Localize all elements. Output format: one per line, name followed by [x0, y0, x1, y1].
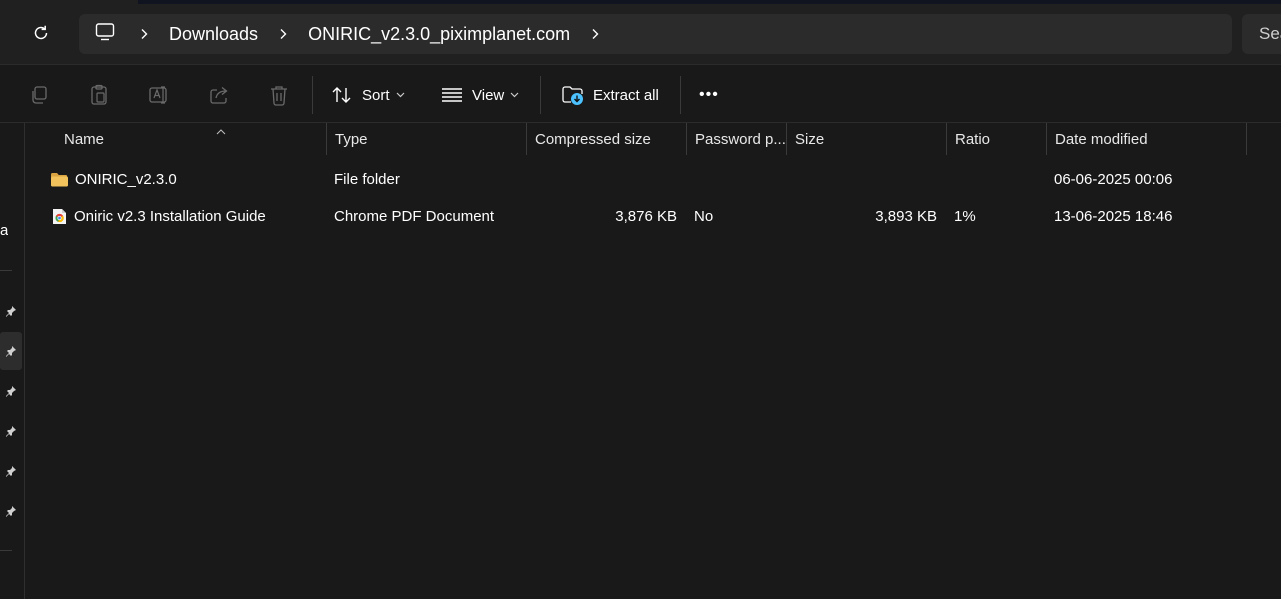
nav-item-label[interactable]: al	[0, 222, 8, 239]
column-header-name[interactable]: Name	[56, 123, 327, 155]
column-header-ratio[interactable]: Ratio	[947, 123, 1047, 155]
view-label: View	[472, 86, 505, 104]
breadcrumb-item-downloads[interactable]: Downloads	[157, 14, 270, 54]
sort-button[interactable]: Sort	[330, 79, 405, 111]
extract-all-label: Extract all	[593, 86, 659, 104]
column-header-type[interactable]: Type	[327, 123, 527, 155]
file-ratio: 1%	[954, 207, 976, 225]
paste-icon	[87, 83, 111, 107]
extract-folder-icon	[561, 83, 585, 107]
column-header-size[interactable]: Size	[787, 123, 947, 155]
refresh-button[interactable]	[28, 22, 54, 48]
file-name-cell[interactable]: Oniric v2.3 Installation Guide	[52, 198, 266, 234]
paste-button[interactable]	[87, 79, 111, 111]
this-pc-button[interactable]	[79, 14, 131, 54]
toolbar-divider	[540, 76, 541, 114]
toolbar-divider	[680, 76, 681, 114]
folder-icon	[50, 172, 68, 187]
copy-button[interactable]	[27, 79, 51, 111]
extract-all-button[interactable]: Extract all	[561, 79, 659, 111]
more-options-button[interactable]: •••	[699, 79, 719, 111]
file-compressed-size: 3,876 KB	[615, 207, 677, 225]
nav-divider	[0, 550, 12, 551]
view-button[interactable]: View	[440, 79, 519, 111]
chrome-pdf-icon	[52, 208, 67, 225]
pin-icon[interactable]	[0, 332, 22, 370]
pin-icon[interactable]	[3, 383, 19, 399]
chevron-right-icon[interactable]	[131, 14, 157, 54]
column-header-compressed-size[interactable]: Compressed size	[527, 123, 687, 155]
pin-icon[interactable]	[3, 463, 19, 479]
sort-label: Sort	[362, 86, 390, 104]
file-type: Chrome PDF Document	[334, 207, 495, 225]
file-password: No	[694, 207, 714, 225]
table-row[interactable]: ONIRIC_v2.3.0 File folder 06-06-2025 00:…	[26, 161, 1281, 197]
file-size: 3,893 KB	[875, 207, 937, 225]
column-header-password[interactable]: Password p...	[687, 123, 787, 155]
file-date: 06-06-2025 00:06	[1054, 170, 1173, 188]
chevron-down-icon	[396, 92, 405, 98]
command-bar: Sort View Extract all •••	[0, 66, 1281, 123]
file-list: Name Type Compressed size Password p... …	[26, 123, 1281, 599]
computer-icon	[95, 23, 115, 45]
search-input[interactable]: Sea	[1242, 14, 1281, 54]
rename-button[interactable]	[147, 79, 171, 111]
table-row[interactable]: Oniric v2.3 Installation Guide Chrome PD…	[26, 198, 1281, 234]
file-name-cell[interactable]: ONIRIC_v2.3.0	[50, 161, 177, 197]
view-list-icon	[440, 83, 464, 107]
copy-icon	[27, 83, 51, 107]
file-name: Oniric v2.3 Installation Guide	[74, 207, 266, 225]
file-date: 13-06-2025 18:46	[1054, 207, 1173, 225]
refresh-icon	[32, 24, 50, 46]
pin-icon[interactable]	[3, 423, 19, 439]
nav-divider	[0, 270, 12, 271]
window-top-edge	[138, 0, 1281, 4]
navigation-pane: al	[0, 123, 25, 599]
file-type: File folder	[334, 170, 400, 188]
share-icon	[207, 83, 231, 107]
pin-icon[interactable]	[3, 503, 19, 519]
sort-ascending-icon	[216, 122, 226, 139]
breadcrumb[interactable]: Downloads ONIRIC_v2.3.0_piximplanet.com	[79, 14, 1232, 54]
chevron-down-icon	[510, 92, 519, 98]
chevron-right-icon[interactable]	[582, 14, 608, 54]
column-header-date-modified[interactable]: Date modified	[1047, 123, 1247, 155]
address-bar-region: Downloads ONIRIC_v2.3.0_piximplanet.com …	[0, 0, 1281, 65]
rename-icon	[147, 83, 171, 107]
breadcrumb-item-archive[interactable]: ONIRIC_v2.3.0_piximplanet.com	[296, 14, 582, 54]
toolbar-divider	[312, 76, 313, 114]
column-header-label: Name	[64, 130, 105, 148]
sort-icon	[330, 83, 354, 107]
delete-button[interactable]	[267, 79, 291, 111]
share-button[interactable]	[207, 79, 231, 111]
pin-icon[interactable]	[3, 303, 19, 319]
file-name: ONIRIC_v2.3.0	[75, 170, 177, 188]
chevron-right-icon[interactable]	[270, 14, 296, 54]
delete-icon	[267, 83, 291, 107]
